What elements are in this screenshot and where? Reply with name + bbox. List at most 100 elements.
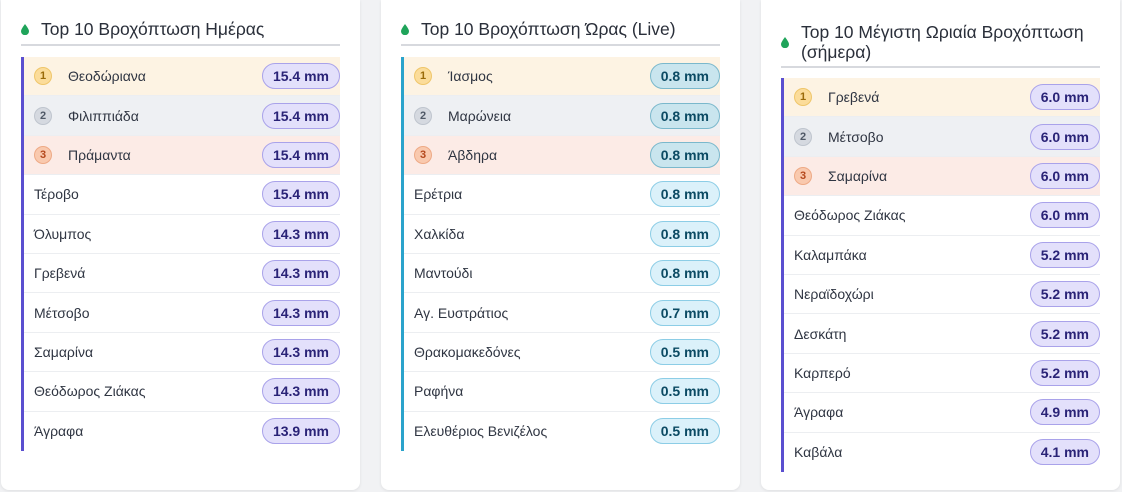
panel-header: Top 10 Βροχόπτωση Ώρας (Live) [401,14,720,46]
list-item[interactable]: 3 Άβδηρα 0.8 mm [404,135,720,176]
list-item[interactable]: Ελευθέριος Βενιζέλος 0.5 mm [404,412,720,451]
station-name: Θεόδωρος Ζιάκας [34,383,146,400]
list-item[interactable]: 1 Θεοδώριανα 15.4 mm [24,57,340,97]
list-item[interactable]: 2 Φιλιππιάδα 15.4 mm [24,96,340,136]
rainfall-value: 5.2 mm [1029,359,1100,386]
station-name: Σαμαρίνα [34,343,94,360]
ranking-list: 1 Γρεβενά 6.0 mm 2 Μέτσοβο 6.0 mm 3 Σαμαρίνα 6… [781,78,1100,472]
rank-badge-bronze: 3 [414,145,432,164]
list-item[interactable]: Καρπερό 5.2 mm [784,354,1100,394]
raindrop-icon [401,23,409,35]
station-name: Θεόδωρος Ζιάκας [794,207,906,224]
list-item[interactable]: 3 Πράμαντα 15.4 mm [24,135,340,176]
rainfall-value: 0.8 mm [649,181,720,208]
list-item[interactable]: Χαλκίδα 0.8 mm [404,215,720,254]
list-item[interactable]: Θεόδωρος Ζιάκας 6.0 mm [784,196,1100,236]
station-name: Γρεβενά [34,265,86,282]
rainfall-value: 0.8 mm [649,102,720,129]
list-item[interactable]: Μέτσοβο 14.3 mm [24,293,340,333]
station-name: Φιλιππιάδα [68,107,139,124]
station-name: Θεοδώριανα [68,68,146,85]
station-name: Καρπερό [794,364,851,381]
rainfall-value: 15.4 mm [261,141,340,168]
rainfall-value: 15.4 mm [261,181,340,208]
rainfall-value: 15.4 mm [261,63,340,90]
station-name: Νεραϊδοχώρι [794,286,874,303]
list-item[interactable]: Σαμαρίνα 14.3 mm [24,333,340,373]
station-name: Θρακομακεδόνες [414,343,521,360]
station-name: Άγραφα [34,423,84,440]
panel-max-hourly-rainfall-today: Top 10 Μέγιστη Ωριαία Βροχόπτωση (σήμερα… [761,0,1120,490]
rainfall-value: 14.3 mm [261,299,340,326]
rank-badge-silver: 2 [794,127,812,146]
list-item[interactable]: Γρεβενά 14.3 mm [24,254,340,294]
station-name: Ελευθέριος Βενιζέλος [414,423,548,440]
station-name: Πράμαντα [68,146,131,163]
station-name: Τέροβο [34,186,79,203]
dashboard: Top 10 Βροχόπτωση Ημέρας 1 Θεοδώριανα 15.4… [0,0,1122,492]
rainfall-value: 0.5 mm [649,418,720,445]
panel-title: Top 10 Βροχόπτωση Ώρας (Live) [421,19,676,39]
list-item[interactable]: Ραφήνα 0.5 mm [404,372,720,412]
rainfall-value: 6.0 mm [1029,162,1100,189]
station-name: Καλαμπάκα [794,246,867,263]
station-name: Όλυμπος [34,225,92,242]
rainfall-value: 13.9 mm [261,418,340,445]
panel-title: Top 10 Βροχόπτωση Ημέρας [41,19,265,39]
station-name: Χαλκίδα [414,225,465,242]
rainfall-value: 14.3 mm [261,220,340,247]
list-item[interactable]: Άγραφα 4.9 mm [784,393,1100,433]
station-name: Μέτσοβο [34,304,90,321]
rank-badge-silver: 2 [414,106,432,125]
rank-badge-gold: 1 [794,88,812,107]
panel-title: Top 10 Μέγιστη Ωριαία Βροχόπτωση (σήμερα… [801,22,1084,62]
rainfall-value: 15.4 mm [261,102,340,129]
rainfall-value: 0.8 mm [649,141,720,168]
rainfall-value: 6.0 mm [1029,202,1100,229]
rainfall-value: 0.8 mm [649,220,720,247]
list-item[interactable]: Νεραϊδοχώρι 5.2 mm [784,275,1100,315]
list-item[interactable]: 2 Μέτσοβο 6.0 mm [784,117,1100,157]
list-item[interactable]: Μαντούδι 0.8 mm [404,254,720,294]
rainfall-value: 14.3 mm [261,260,340,287]
ranking-list: 1 Θεοδώριανα 15.4 mm 2 Φιλιππιάδα 15.4 mm 3Π… [21,57,340,451]
list-item[interactable]: Τέροβο 15.4 mm [24,175,340,215]
rank-badge-bronze: 3 [34,145,52,164]
list-item[interactable]: 1 Γρεβενά 6.0 mm [784,78,1100,118]
rainfall-value: 5.2 mm [1029,281,1100,308]
station-name: Άγραφα [794,404,844,421]
station-name: Γρεβενά [828,89,880,106]
station-name: Καβάλα [794,444,843,461]
station-name: Μαντούδι [414,265,473,282]
station-name: Αγ. Ευστράτιος [414,304,509,321]
list-item[interactable]: Άγραφα 13.9 mm [24,412,340,451]
rainfall-value: 0.7 mm [649,299,720,326]
list-item[interactable]: Καβάλα 4.1 mm [784,433,1100,472]
panel-daily-rainfall: Top 10 Βροχόπτωση Ημέρας 1 Θεοδώριανα 15.4… [1,0,360,490]
ranking-list: 1 Ίασμος 0.8 mm 2 Μαρώνεια 0.8 mm 3 Άβδηρα 0.8… [401,57,720,451]
rainfall-value: 4.9 mm [1029,399,1100,426]
list-item[interactable]: 1 Ίασμος 0.8 mm [404,57,720,97]
rainfall-value: 0.8 mm [649,260,720,287]
list-item[interactable]: Ερέτρια 0.8 mm [404,175,720,215]
list-item[interactable]: Αγ. Ευστράτιος 0.7 mm [404,293,720,333]
station-name: Ερέτρια [414,186,463,203]
rank-badge-bronze: 3 [794,166,812,185]
rainfall-value: 0.5 mm [649,378,720,405]
raindrop-icon [781,36,789,48]
list-item[interactable]: Θρακομακεδόνες 0.5 mm [404,333,720,373]
list-item[interactable]: 3 Σαμαρίνα 6.0 mm [784,156,1100,197]
list-item[interactable]: Δεσκάτη 5.2 mm [784,314,1100,354]
rainfall-value: 0.5 mm [649,338,720,365]
list-item[interactable]: Καλαμπάκα 5.2 mm [784,236,1100,275]
rainfall-value: 5.2 mm [1029,241,1100,268]
station-name: Ίασμος [448,68,493,85]
list-item[interactable]: 2 Μαρώνεια 0.8 mm [404,96,720,136]
list-item[interactable]: Θεόδωρος Ζιάκας 14.3 mm [24,372,340,412]
list-item[interactable]: Όλυμπος 14.3 mm [24,215,340,254]
panel-header: Top 10 Βροχόπτωση Ημέρας [21,14,340,46]
rainfall-value: 14.3 mm [261,338,340,365]
rainfall-value: 4.1 mm [1029,439,1100,466]
rainfall-value: 6.0 mm [1029,123,1100,150]
panel-hourly-rainfall-live: Top 10 Βροχόπτωση Ώρας (Live) 1 Ίασμος 0.8… [381,0,740,490]
